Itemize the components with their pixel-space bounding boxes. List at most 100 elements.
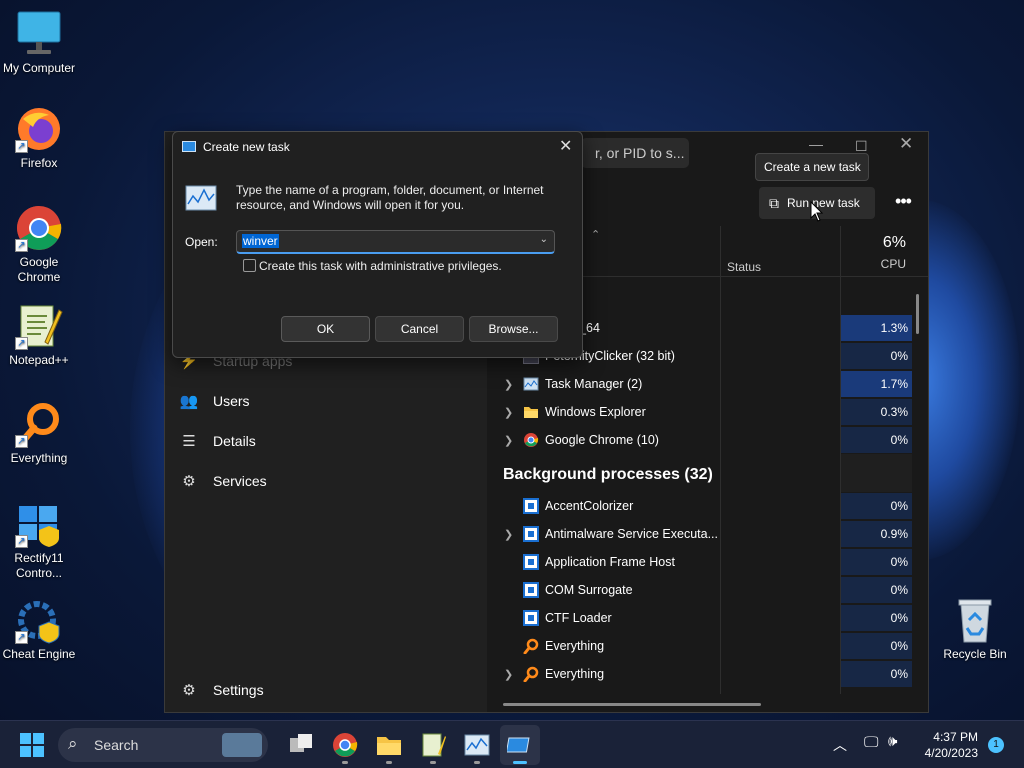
taskbar-search[interactable]: ⌕ Search xyxy=(58,728,268,762)
notepadpp-icon[interactable] xyxy=(420,732,446,758)
sidebar-item-details[interactable]: ☰ Details xyxy=(179,425,256,457)
process-cpu: 0.9% xyxy=(841,521,912,547)
desktop-icon-my-computer[interactable]: My Computer xyxy=(1,10,77,76)
process-row[interactable]: ❯ Windows Explorer 0.3% xyxy=(487,398,928,426)
minimize-icon[interactable]: — xyxy=(809,136,823,152)
mouse-cursor-icon xyxy=(810,201,824,222)
clock-date: 4/20/2023 xyxy=(924,746,978,760)
expand-chevron-icon[interactable]: ❯ xyxy=(504,528,513,541)
desktop-icon-label: Google Chrome xyxy=(17,255,61,284)
recycle-bin-icon xyxy=(951,596,999,644)
start-button[interactable] xyxy=(20,733,44,757)
running-indicator xyxy=(430,761,436,764)
running-indicator xyxy=(342,761,348,764)
task-manager-icon[interactable] xyxy=(464,732,490,758)
chevron-up-icon[interactable]: ︿ xyxy=(833,735,847,755)
process-row[interactable]: ❯ Antimalware Service Executa... 0.9% xyxy=(487,520,928,548)
sidebar-item-label: Details xyxy=(213,433,256,449)
users-icon: 👥 xyxy=(179,393,199,410)
details-icon: ☰ xyxy=(182,433,196,450)
notification-badge[interactable]: 1 xyxy=(988,737,1004,753)
cancel-button[interactable]: Cancel xyxy=(375,316,464,342)
sort-chevron-icon[interactable]: ⌃ xyxy=(591,228,600,241)
volume-icon[interactable]: 🕪 xyxy=(888,733,897,750)
everything-icon xyxy=(523,638,539,655)
open-input-value[interactable]: winver xyxy=(242,234,279,248)
process-name: Antimalware Service Executa... xyxy=(545,527,718,541)
process-row[interactable]: ❯ Task Manager (2) 1.7% xyxy=(487,370,928,398)
sidebar-item-services[interactable]: ⚙ Services xyxy=(179,465,266,497)
process-row[interactable]: ❯ Google Chrome (10) 0% xyxy=(487,426,928,454)
process-name: Everything xyxy=(545,667,605,681)
expand-chevron-icon[interactable]: ❯ xyxy=(504,378,513,391)
expand-chevron-icon[interactable]: ❯ xyxy=(504,434,513,447)
sidebar-item-label: Users xyxy=(213,393,250,409)
close-icon[interactable]: ✕ xyxy=(899,134,913,154)
task-manager-icon xyxy=(523,376,539,392)
exe-icon xyxy=(523,582,539,598)
process-name: AccentColorizer xyxy=(545,499,634,513)
taskbar: ⌕ Search ︿ 🖵 🕪 4:37 PM 4/20/2023 1 xyxy=(0,720,1024,768)
section-gap xyxy=(841,454,912,492)
clock[interactable]: 4:37 PM 4/20/2023 xyxy=(916,729,978,761)
process-cpu: 0% xyxy=(841,633,912,659)
process-row[interactable]: CTF Loader 0% xyxy=(487,604,928,632)
search-input[interactable]: r, or PID to s... xyxy=(581,138,689,168)
cpu-total: 6% xyxy=(882,234,906,251)
desktop-icon-recycle-bin[interactable]: Recycle Bin xyxy=(937,596,1013,662)
ok-button[interactable]: OK xyxy=(281,316,370,342)
search-icon: ⌕ xyxy=(68,734,78,753)
exe-icon xyxy=(523,554,539,570)
process-cpu: 0% xyxy=(841,661,912,687)
folder-icon xyxy=(523,404,539,420)
process-name: Windows Explorer xyxy=(545,405,646,419)
status-column-header[interactable]: Status xyxy=(720,226,840,276)
process-cpu: 0% xyxy=(841,577,912,603)
close-icon[interactable]: ✕ xyxy=(559,136,572,156)
cpu-column-header[interactable]: 6% CPU xyxy=(840,226,912,276)
shortcut-arrow-icon: ↗ xyxy=(15,631,28,644)
process-row[interactable]: AccentColorizer 0% xyxy=(487,492,928,520)
process-row[interactable]: COM Surrogate 0% xyxy=(487,576,928,604)
open-combobox[interactable]: winver ⌄ xyxy=(236,230,555,254)
background-processes-header: Background processes (32) xyxy=(503,466,713,483)
status-column-label: Status xyxy=(727,260,762,274)
chevron-down-icon[interactable]: ⌄ xyxy=(540,234,548,245)
process-cpu: 1.7% xyxy=(841,371,912,397)
desktop-icon-rectify11[interactable]: ↗ Rectify11 Contro... xyxy=(1,500,77,581)
dialog-title: Create new task xyxy=(203,140,290,154)
vertical-scrollbar[interactable] xyxy=(916,294,919,334)
exe-icon xyxy=(523,610,539,626)
clock-time: 4:37 PM xyxy=(933,730,978,744)
open-label: Open: xyxy=(185,235,218,249)
desktop-icon-everything[interactable]: ↗ Everything xyxy=(1,400,77,466)
process-row[interactable]: Application Frame Host 0% xyxy=(487,548,928,576)
process-name: Task Manager (2) xyxy=(545,377,643,391)
notepadpp-icon: ↗ xyxy=(15,302,63,350)
horizontal-scrollbar[interactable] xyxy=(503,703,761,706)
browse-button[interactable]: Browse... xyxy=(469,316,558,342)
file-explorer-icon[interactable] xyxy=(376,732,402,758)
desktop-icon-notepadpp[interactable]: ↗ Notepad++ xyxy=(1,302,77,368)
sidebar-item-settings[interactable]: ⚙ Settings xyxy=(179,674,263,706)
shortcut-arrow-icon: ↗ xyxy=(15,535,28,548)
search-highlight-icon xyxy=(222,733,262,757)
expand-chevron-icon[interactable]: ❯ xyxy=(504,668,513,681)
desktop-icon-label: Everything xyxy=(10,451,68,465)
process-name: Google Chrome (10) xyxy=(545,433,659,447)
sidebar-item-users[interactable]: 👥 Users xyxy=(179,385,250,417)
process-row[interactable]: Everything 0% xyxy=(487,632,928,660)
task-view-icon[interactable] xyxy=(288,732,314,758)
admin-privileges-checkbox[interactable] xyxy=(243,259,256,272)
run-dialog-icon[interactable] xyxy=(505,732,533,758)
desktop-icon-chrome[interactable]: ↗ Google Chrome xyxy=(1,204,77,285)
network-icon[interactable]: 🖵 xyxy=(864,734,878,751)
expand-chevron-icon[interactable]: ❯ xyxy=(504,406,513,419)
desktop-icon-firefox[interactable]: ↗ Firefox xyxy=(1,105,77,171)
chrome-icon[interactable] xyxy=(332,732,358,758)
process-row[interactable]: ❯ Everything 0% xyxy=(487,660,928,688)
more-options-icon[interactable]: ••• xyxy=(891,187,915,219)
process-cpu: 1.3% xyxy=(841,315,912,341)
desktop-icon-cheat-engine[interactable]: ↗ Cheat Engine xyxy=(1,596,77,662)
process-name: Application Frame Host xyxy=(545,555,675,569)
